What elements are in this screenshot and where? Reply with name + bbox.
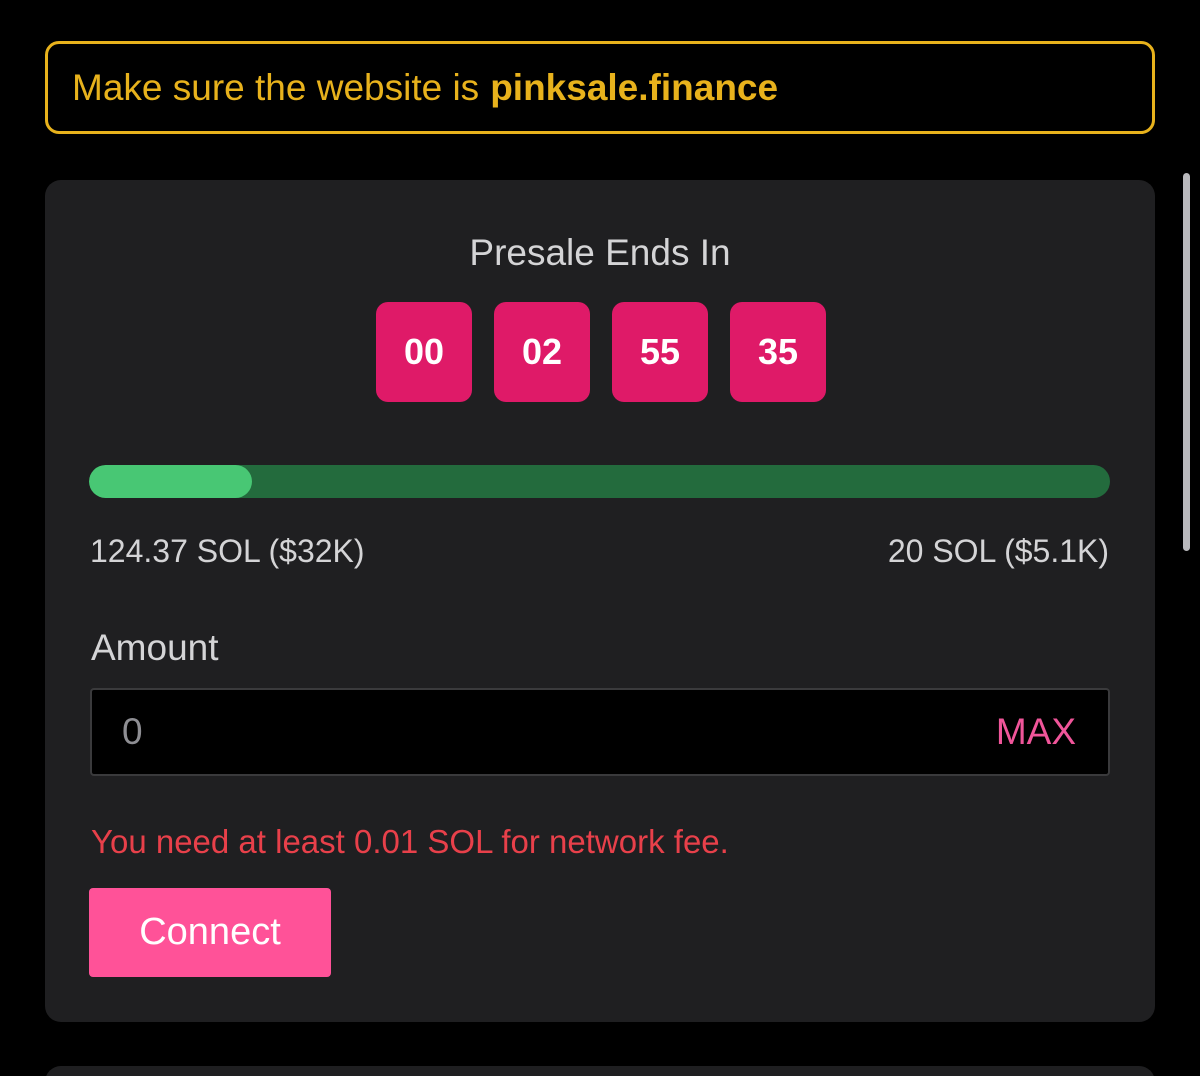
countdown-minutes: 55 xyxy=(612,302,708,402)
network-fee-error: You need at least 0.01 SOL for network f… xyxy=(91,823,729,860)
warning-text: Make sure the website is xyxy=(72,66,480,108)
countdown-hours: 02 xyxy=(494,302,590,402)
raised-amount: 124.37 SOL ($32K) xyxy=(90,533,365,569)
presale-ends-title: Presale Ends In xyxy=(469,232,731,273)
presale-page: Make sure the website is pinksale.financ… xyxy=(0,0,1200,1076)
connect-button[interactable]: Connect xyxy=(89,888,331,977)
countdown-days: 00 xyxy=(376,302,472,402)
next-card xyxy=(45,1066,1155,1076)
presale-progress-fill xyxy=(89,465,253,498)
amount-field: MAX xyxy=(90,688,1110,776)
amount-label: Amount xyxy=(91,627,219,668)
amount-input[interactable] xyxy=(122,690,942,774)
countdown-timer: 00 02 55 35 xyxy=(376,302,826,402)
page-scrollbar[interactable] xyxy=(1183,173,1190,551)
target-amount: 20 SOL ($5.1K) xyxy=(887,533,1109,569)
countdown-seconds: 35 xyxy=(730,302,826,402)
max-button[interactable]: MAX xyxy=(996,690,1076,774)
presale-progress-bar xyxy=(89,465,1110,498)
warning-domain: pinksale.finance xyxy=(490,66,779,108)
security-warning-banner: Make sure the website is pinksale.financ… xyxy=(45,41,1155,134)
